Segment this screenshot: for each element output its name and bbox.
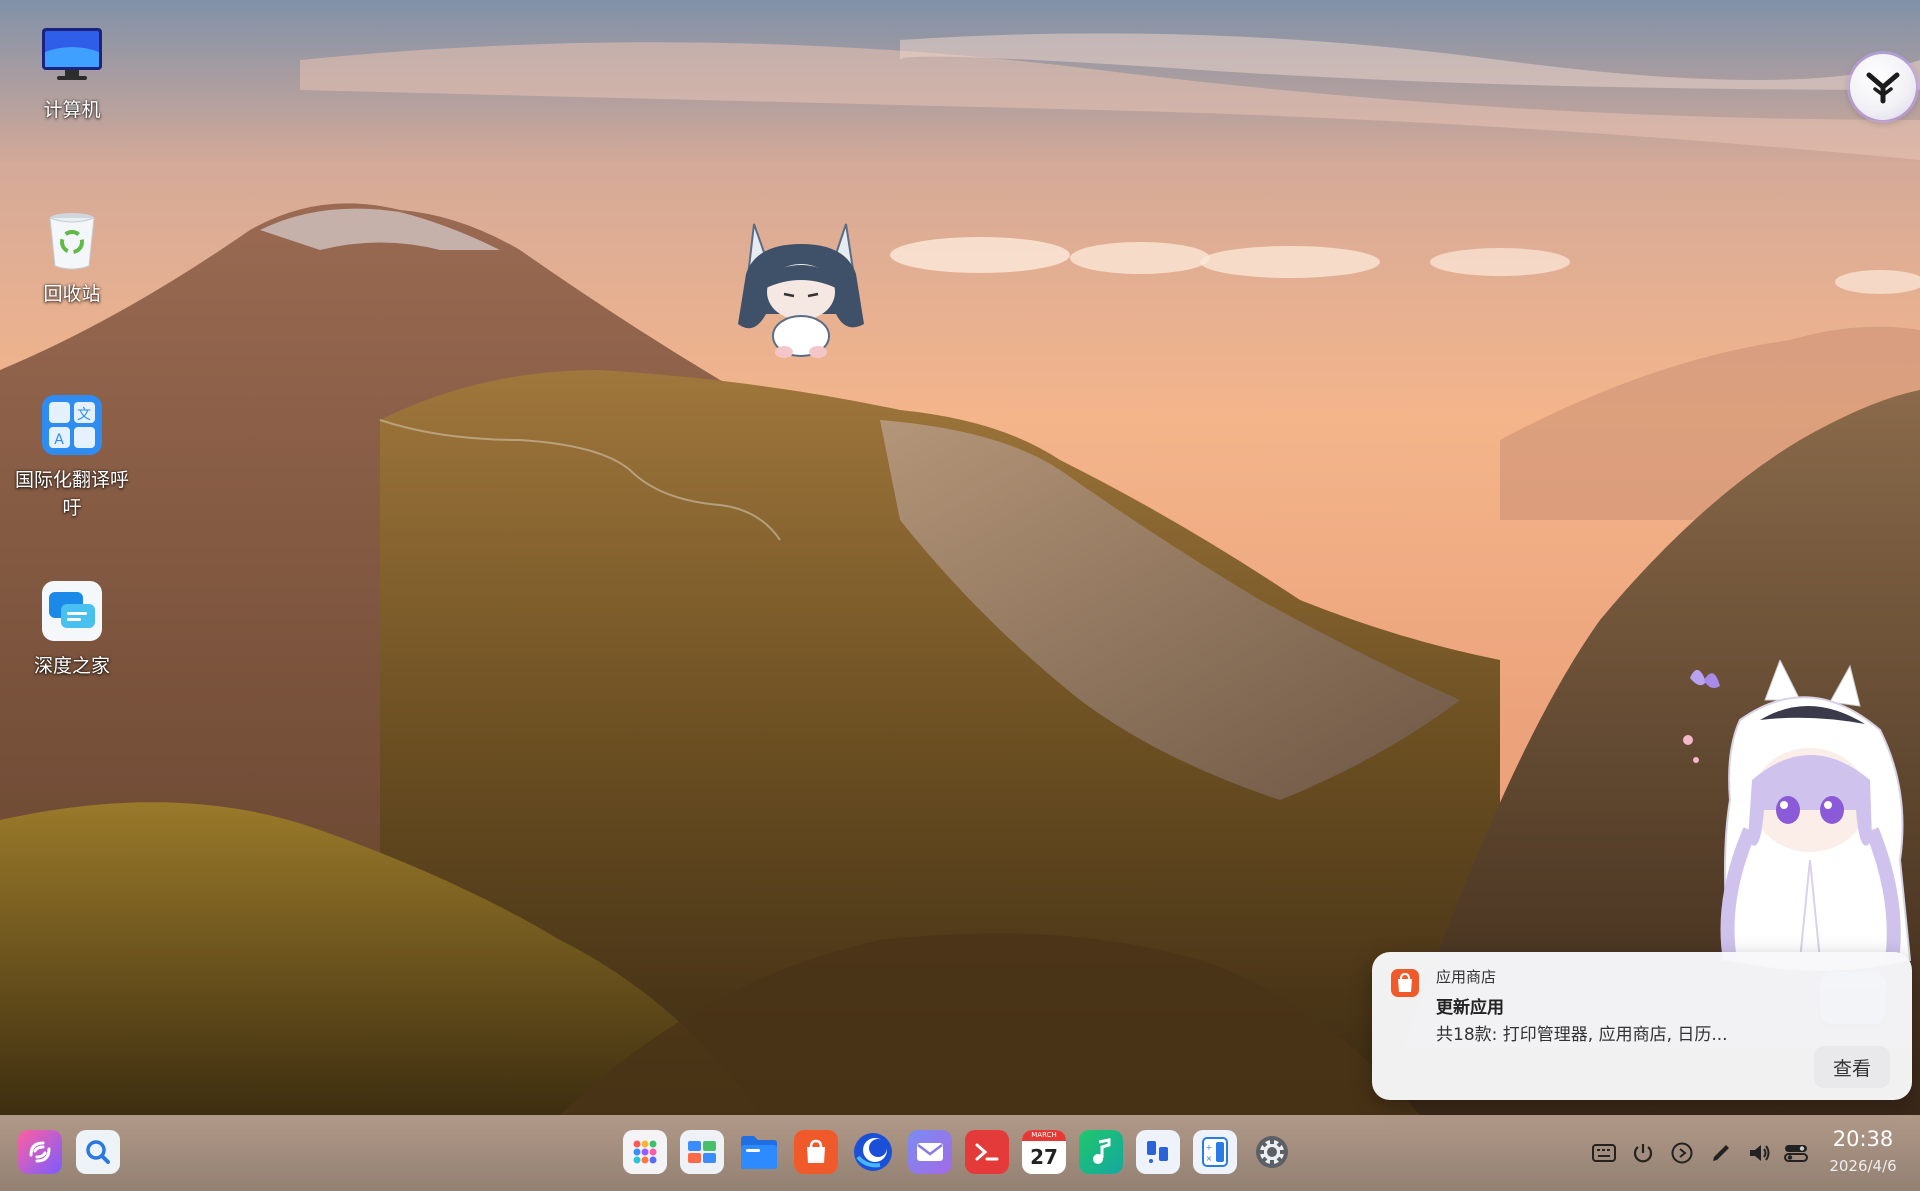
taskbar-file-manager[interactable] [737, 1130, 781, 1174]
power-icon [1633, 1144, 1653, 1163]
workspace-icon [688, 1141, 716, 1163]
calculator-icon: + × [1202, 1137, 1228, 1167]
mail-icon [917, 1143, 943, 1161]
taskbar-calendar[interactable]: MARCH 27 [1022, 1130, 1066, 1174]
translate-icon: 文 A [39, 392, 105, 458]
ai-assistant-button[interactable] [1850, 54, 1916, 120]
calendar-icon: MARCH [1022, 1130, 1066, 1141]
app-store-bag-icon [807, 1139, 825, 1163]
taskbar-multitask-view[interactable] [680, 1130, 724, 1174]
notification-card[interactable]: 应用商店 更新应用 共18款: 打印管理器, 应用商店, 日历... 查看 [1372, 952, 1912, 1100]
desktop-icon-label: 计算机 [43, 99, 101, 121]
notification-view-button[interactable]: 查看 [1814, 1046, 1890, 1088]
taskbar-quote-app[interactable] [1136, 1130, 1180, 1174]
svg-text:A: A [54, 432, 64, 448]
tray-volume[interactable] [1746, 1139, 1774, 1167]
svg-text:×: × [1206, 1154, 1213, 1163]
clock-time[interactable]: 20:38 [1818, 1127, 1908, 1151]
folder-icon [741, 1136, 777, 1169]
taskbar-mail[interactable] [908, 1130, 952, 1174]
desktop-icon-translate[interactable]: 文 A 国际化翻译呼吁 [7, 392, 137, 522]
desktop-icon-label: 回收站 [43, 283, 101, 305]
browser-icon [854, 1133, 892, 1171]
taskbar-app-grid[interactable] [623, 1130, 667, 1174]
calendar-day: 27 [1030, 1145, 1058, 1169]
pen-icon [1713, 1145, 1729, 1161]
search-button[interactable] [76, 1130, 120, 1174]
taskbar-browser[interactable] [851, 1130, 895, 1174]
toggle-icon [1784, 1145, 1808, 1162]
music-note-icon [1093, 1138, 1111, 1164]
notification-body: 共18款: 打印管理器, 应用商店, 日历... [1436, 1025, 1728, 1045]
terminal-icon [975, 1143, 999, 1161]
svg-text:+: + [1206, 1143, 1213, 1152]
taskbar: MARCH 27 + × 20:38 2026/4/6 [0, 1115, 1920, 1191]
app-store-bag-icon [1391, 969, 1419, 997]
clock-date[interactable]: 2026/4/6 [1818, 1157, 1908, 1175]
keyboard-icon [1592, 1144, 1616, 1162]
deepin-home-chat-icon [39, 578, 105, 644]
taskbar-music[interactable] [1079, 1130, 1123, 1174]
grid-icon [633, 1140, 657, 1164]
desktop-pet-ghost-girl[interactable] [1660, 660, 1920, 990]
desktop-icon-deepin-home[interactable]: 深度之家 [7, 578, 137, 680]
volume-icon [1750, 1145, 1770, 1161]
notification-app-name: 应用商店 [1436, 968, 1497, 986]
uos-ai-assistant-icon [1866, 72, 1900, 104]
desktop-icon-label: 国际化翻译呼吁 [14, 469, 129, 519]
desktop-icon-computer[interactable]: 计算机 [7, 22, 137, 124]
computer-monitor-icon [39, 22, 105, 88]
desktop-icon-label: 深度之家 [33, 655, 110, 677]
tray-control-center[interactable] [1782, 1139, 1810, 1167]
quote-icon [1147, 1141, 1168, 1163]
search-icon [86, 1140, 110, 1164]
recycle-bin-icon [39, 206, 105, 272]
tray-keyboard[interactable] [1590, 1139, 1618, 1167]
desktop-icon-recycle-bin[interactable]: 回收站 [7, 206, 137, 308]
svg-text:文: 文 [77, 407, 91, 423]
taskbar-terminal[interactable] [965, 1130, 1009, 1174]
taskbar-app-store[interactable] [794, 1130, 838, 1174]
notification-title: 更新应用 [1436, 998, 1504, 1018]
tray-media[interactable] [1668, 1139, 1696, 1167]
tray-pen[interactable] [1707, 1139, 1735, 1167]
taskbar-calculator[interactable]: + × [1193, 1130, 1237, 1174]
desktop-pet-wolf-girl[interactable] [726, 214, 876, 364]
taskbar-settings[interactable] [1250, 1130, 1294, 1174]
play-circle-icon [1671, 1142, 1693, 1164]
tray-power[interactable] [1629, 1139, 1657, 1167]
launcher-swirl-icon [29, 1141, 51, 1163]
launcher-button[interactable] [18, 1130, 62, 1174]
gear-icon [1256, 1136, 1288, 1168]
